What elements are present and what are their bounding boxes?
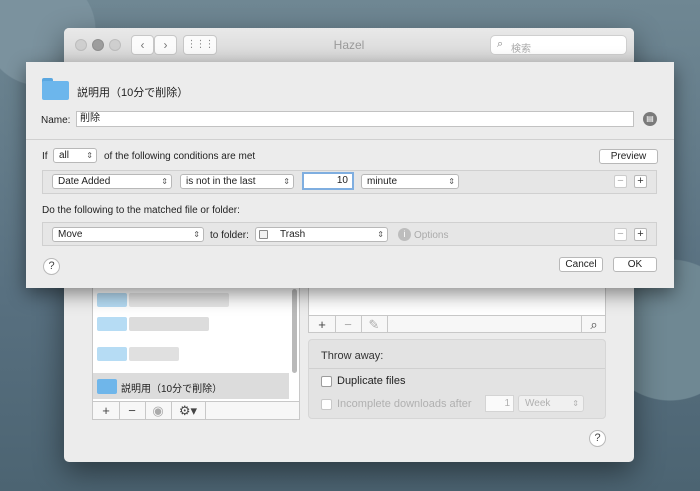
verb-value: Move — [58, 229, 83, 240]
plus-icon: + — [102, 403, 110, 418]
if-label: If — [42, 151, 48, 162]
add-condition-button[interactable]: + — [634, 175, 647, 188]
preview-folder-button[interactable]: ◉ — [145, 402, 172, 419]
operator-value: is not in the last — [186, 176, 256, 187]
list-item-blurred-label — [129, 347, 179, 361]
chevron-updown-icon: ⇕ — [161, 177, 168, 186]
target-value: Trash — [280, 229, 306, 240]
conditions-label: of the following conditions are met — [104, 151, 256, 162]
minus-icon: − — [617, 228, 624, 240]
condition-unit-select[interactable]: minute ⇕ — [361, 174, 459, 189]
folder-icon — [42, 78, 69, 100]
condition-operator-select[interactable]: is not in the last ⇕ — [180, 174, 294, 189]
info-icon: i — [398, 228, 411, 241]
folder-icon — [97, 379, 117, 394]
add-action-button[interactable]: + — [634, 228, 647, 241]
name-label: Name: — [41, 115, 71, 126]
notes-button[interactable]: ▤ — [643, 112, 657, 126]
unit-value: minute — [367, 176, 398, 187]
chevron-updown-icon: ⇕ — [448, 177, 455, 186]
list-item-label: 説明用（10分で削除） — [121, 384, 223, 395]
scrollbar[interactable] — [292, 289, 297, 373]
remove-rule-button[interactable]: − — [335, 316, 362, 333]
plus-icon: + — [637, 175, 644, 187]
throw-away-header: Throw away: — [321, 350, 384, 362]
unit-value: Week — [525, 398, 551, 409]
attribute-value: Date Added — [58, 176, 111, 187]
folder-list[interactable]: 説明用（10分で削除） — [92, 286, 300, 402]
sheet-title: 説明用（10分で削除） — [77, 87, 189, 99]
chevron-updown-icon: ⇕ — [86, 151, 93, 160]
match-select[interactable]: all ⇕ — [53, 148, 97, 163]
incomplete-downloads-checkbox[interactable] — [321, 399, 332, 410]
divider — [309, 368, 605, 369]
minus-icon: − — [128, 403, 136, 418]
list-item-blurred[interactable] — [97, 317, 127, 331]
question-icon: ? — [594, 432, 601, 444]
trash-icon — [259, 230, 268, 239]
list-item-blurred[interactable] — [97, 347, 127, 361]
preview-button[interactable]: Preview — [599, 149, 658, 164]
minus-icon: − — [344, 317, 352, 332]
minus-icon: − — [617, 175, 624, 187]
incomplete-downloads-unit-select[interactable]: Week ⇕ — [518, 395, 584, 412]
rules-toolbar: + − ✎ ⌕ — [308, 315, 606, 333]
pencil-icon: ✎ — [368, 317, 380, 332]
list-item-selected[interactable]: 説明用（10分で削除） — [93, 373, 289, 399]
cancel-button[interactable]: Cancel — [559, 257, 603, 272]
chevron-updown-icon: ⇕ — [377, 230, 384, 239]
to-folder-label: to folder: — [210, 230, 249, 241]
folder-list-toolbar: + − ◉ ⚙▾ — [92, 402, 300, 420]
search-placeholder: 検索 — [511, 44, 531, 55]
title-bar: ‹ › ⋮⋮⋮ Hazel ⌕ 検索 — [64, 28, 634, 63]
condition-attribute-select[interactable]: Date Added ⇕ — [52, 174, 172, 189]
help-button[interactable]: ? — [43, 258, 60, 275]
eye-icon: ◉ — [152, 403, 164, 418]
plus-icon: + — [637, 228, 644, 240]
chevron-updown-icon: ⇕ — [283, 177, 290, 186]
list-item-blurred-label — [129, 317, 209, 331]
folder-actions-button[interactable]: ⚙▾ — [171, 402, 206, 419]
rules-list[interactable] — [308, 286, 606, 316]
plus-icon: + — [318, 317, 326, 332]
list-item-blurred[interactable] — [97, 293, 127, 307]
target-folder-select[interactable]: Trash ⇕ — [255, 227, 388, 242]
remove-condition-button[interactable]: − — [614, 175, 627, 188]
remove-folder-button[interactable]: − — [119, 402, 146, 419]
search-field[interactable]: ⌕ 検索 — [490, 35, 627, 55]
ok-button[interactable]: OK — [613, 257, 657, 272]
incomplete-downloads-value[interactable]: 1 — [485, 395, 514, 412]
list-item-blurred-label — [129, 293, 229, 307]
magnifier-icon: ⌕ — [590, 317, 598, 332]
gear-icon: ⚙▾ — [178, 403, 198, 418]
incomplete-downloads-label: Incomplete downloads after — [337, 398, 472, 410]
options-button[interactable]: Options — [414, 230, 448, 241]
divider — [26, 139, 674, 140]
duplicate-files-label: Duplicate files — [337, 375, 406, 387]
remove-action-button[interactable]: − — [614, 228, 627, 241]
action-verb-select[interactable]: Move ⇕ — [52, 227, 204, 242]
rule-editor-sheet: 説明用（10分で削除） Name: 削除 ▤ If all ⇕ of the fo… — [26, 62, 674, 288]
match-value: all — [59, 150, 70, 161]
help-button[interactable]: ? — [589, 430, 606, 447]
edit-rule-button[interactable]: ✎ — [361, 316, 388, 333]
chevron-updown-icon: ⇕ — [193, 230, 200, 239]
rule-name-field[interactable]: 削除 — [76, 111, 634, 127]
document-icon: ▤ — [646, 114, 654, 123]
search-icon: ⌕ — [497, 38, 504, 50]
throw-away-panel: Throw away: Duplicate files Incomplete d… — [308, 339, 606, 419]
search-rules-button[interactable]: ⌕ — [581, 316, 606, 333]
add-rule-button[interactable]: + — [309, 316, 336, 333]
add-folder-button[interactable]: + — [93, 402, 120, 419]
condition-value-field[interactable]: 10 — [302, 172, 354, 190]
chevron-updown-icon: ⇕ — [572, 399, 579, 408]
duplicate-files-checkbox[interactable] — [321, 376, 332, 387]
actions-label: Do the following to the matched file or … — [42, 205, 240, 216]
question-icon: ? — [48, 260, 55, 272]
